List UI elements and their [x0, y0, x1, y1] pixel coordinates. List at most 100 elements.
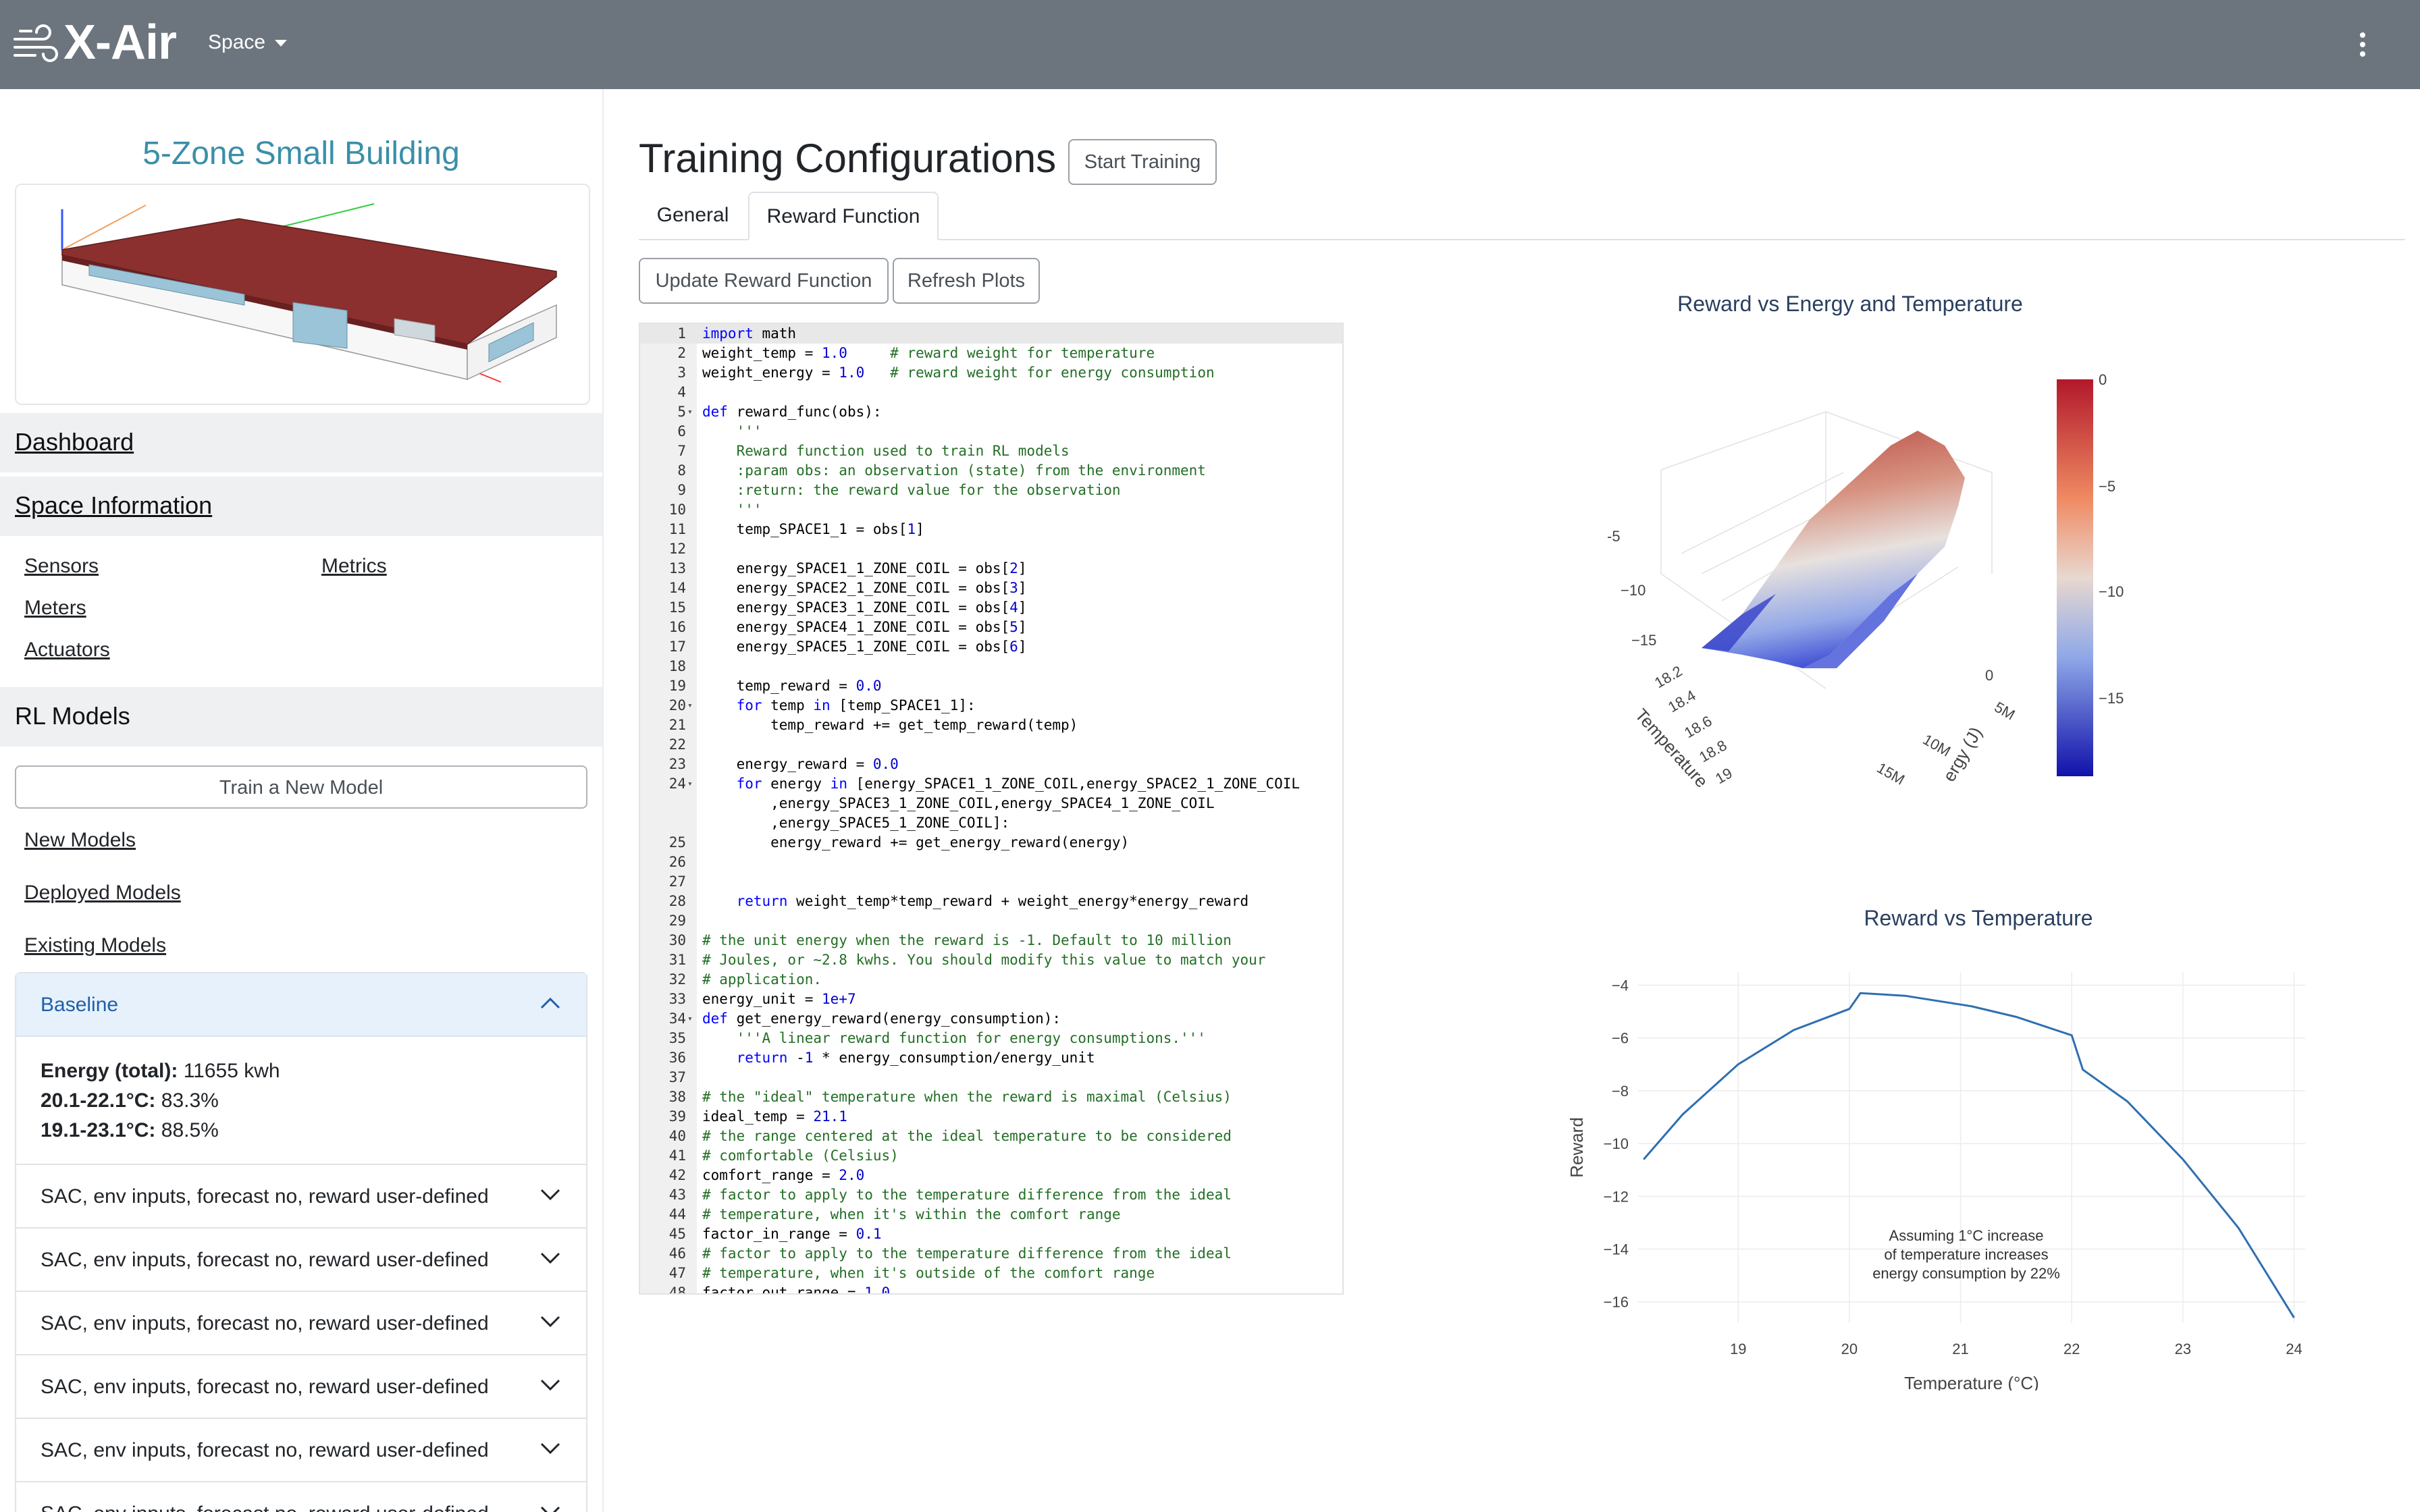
brand-name[interactable]: X-Air: [63, 15, 177, 70]
code-line[interactable]: 7 Reward function used to train RL model…: [640, 441, 1342, 461]
code-text: :return: the reward value for the observ…: [702, 482, 1121, 498]
building-3d-view[interactable]: [15, 184, 590, 405]
code-line[interactable]: 24 ▾ for energy in [energy_SPACE1_1_ZONE_…: [640, 774, 1342, 794]
code-line[interactable]: 37: [640, 1068, 1342, 1087]
tab-general[interactable]: General: [639, 192, 747, 240]
tab-reward-function[interactable]: Reward Function: [748, 192, 939, 240]
code-line[interactable]: 30 # the unit energy when the reward is -…: [640, 931, 1342, 950]
fold-toggle-icon[interactable]: ▾: [687, 402, 693, 422]
existing-models-link[interactable]: Existing Models: [24, 934, 166, 957]
fold-toggle-icon[interactable]: ▾: [687, 1009, 693, 1029]
code-line[interactable]: 44 # temperature, when it's within the co…: [640, 1205, 1342, 1224]
code-line[interactable]: 13 energy_SPACE1_1_ZONE_COIL = obs[2]: [640, 559, 1342, 578]
more-menu-icon[interactable]: [2352, 30, 2373, 59]
code-line[interactable]: 15 energy_SPACE3_1_ZONE_COIL = obs[4]: [640, 598, 1342, 618]
code-line[interactable]: 20 ▾ for temp in [temp_SPACE1_1]:: [640, 696, 1342, 716]
code-line[interactable]: 22: [640, 735, 1342, 755]
model-item[interactable]: SAC, env inputs, forecast no, reward use…: [16, 1482, 586, 1512]
metrics-link[interactable]: Metrics: [321, 555, 387, 578]
surface-chart[interactable]: -5 −10 −15 18.2 18.4 18.6 18.8 19 Temper…: [1607, 351, 2134, 796]
code-line[interactable]: 47 # temperature, when it's outside of th…: [640, 1264, 1342, 1283]
code-line[interactable]: 36 return -1 * energy_consumption/energy…: [640, 1048, 1342, 1068]
meters-link[interactable]: Meters: [24, 597, 86, 620]
line-number: 33: [668, 991, 686, 1007]
code-line[interactable]: 27: [640, 872, 1342, 892]
model-item-label: SAC, env inputs, forecast no, reward use…: [41, 1312, 489, 1334]
code-line[interactable]: 6 ''': [640, 422, 1342, 441]
model-item-label: SAC, env inputs, forecast no, reward use…: [41, 1439, 489, 1461]
code-line[interactable]: 10 ''': [640, 500, 1342, 520]
model-item[interactable]: SAC, env inputs, forecast no, reward use…: [16, 1165, 586, 1228]
code-line[interactable]: 34 ▾ def get_energy_reward(energy_consumpt…: [640, 1009, 1342, 1029]
code-line[interactable]: 18: [640, 657, 1342, 676]
fold-toggle-icon[interactable]: ▾: [687, 696, 693, 716]
code-line[interactable]: 29: [640, 911, 1342, 931]
code-line[interactable]: 41 # comfortable (Celsius): [640, 1146, 1342, 1166]
update-reward-function-button[interactable]: Update Reward Function: [639, 258, 889, 304]
code-text: weight_energy = 1.0 # reward weight for …: [702, 364, 1215, 381]
temp-tick: 18.8: [1696, 736, 1730, 765]
code-line[interactable]: 26: [640, 853, 1342, 872]
code-line[interactable]: 16 energy_SPACE4_1_ZONE_COIL = obs[5]: [640, 618, 1342, 637]
line-number: 3: [677, 364, 686, 381]
space-information-link[interactable]: Space Information: [15, 491, 212, 520]
new-models-link[interactable]: New Models: [24, 829, 136, 852]
code-text: # factor to apply to the temperature dif…: [702, 1245, 1232, 1262]
code-line[interactable]: 21 temp_reward += get_temp_reward(temp): [640, 716, 1342, 735]
code-line[interactable]: 9 :return: the reward value for the obse…: [640, 481, 1342, 500]
code-line[interactable]: 46 # factor to apply to the temperature d…: [640, 1244, 1342, 1264]
code-line[interactable]: 42 comfort_range = 2.0: [640, 1166, 1342, 1185]
code-line[interactable]: 31 # Joules, or ~2.8 kwhs. You should mod…: [640, 950, 1342, 970]
line-number: 2: [677, 345, 686, 361]
model-item[interactable]: SAC, env inputs, forecast no, reward use…: [16, 1419, 586, 1482]
train-new-model-button[interactable]: Train a New Model: [15, 765, 587, 809]
code-line[interactable]: 12: [640, 539, 1342, 559]
code-line[interactable]: ,energy_SPACE3_1_ZONE_COIL,energy_SPACE4…: [640, 794, 1342, 813]
code-line[interactable]: 48 factor_out_range = 1.0: [640, 1283, 1342, 1293]
line-number: 26: [668, 854, 686, 870]
code-line[interactable]: 39 ideal_temp = 21.1: [640, 1107, 1342, 1127]
dashboard-section[interactable]: Dashboard: [0, 413, 602, 473]
code-text: '''A linear reward function for energy c…: [702, 1030, 1206, 1046]
code-line[interactable]: 2 weight_temp = 1.0 # reward weight for t…: [640, 344, 1342, 363]
line-chart[interactable]: −4 −6 −8 −10 −12 −14 −16 19 20 21 22 23 24 Temperatur…: [1553, 959, 2323, 1390]
model-item[interactable]: SAC, env inputs, forecast no, reward use…: [16, 1355, 586, 1419]
code-line[interactable]: 35 '''A linear reward function for energ…: [640, 1029, 1342, 1048]
code-line[interactable]: 45 factor_in_range = 0.1: [640, 1224, 1342, 1244]
code-line[interactable]: 8 :param obs: an observation (state) fro…: [640, 461, 1342, 481]
space-dropdown[interactable]: Space: [208, 31, 288, 54]
code-line[interactable]: 23 energy_reward = 0.0: [640, 755, 1342, 774]
model-item[interactable]: SAC, env inputs, forecast no, reward use…: [16, 1292, 586, 1355]
line-number: 46: [668, 1245, 686, 1262]
code-line[interactable]: 40 # the range centered at the ideal temp…: [640, 1127, 1342, 1146]
code-line[interactable]: 17 energy_SPACE5_1_ZONE_COIL = obs[6]: [640, 637, 1342, 657]
code-line[interactable]: 28 return weight_temp*temp_reward + weig…: [640, 892, 1342, 911]
code-line[interactable]: 33 energy_unit = 1e+7: [640, 990, 1342, 1009]
code-line[interactable]: 38 # the "ideal" temperature when the rew…: [640, 1087, 1342, 1107]
baseline-accordion-header[interactable]: Baseline: [16, 973, 586, 1037]
code-line[interactable]: 14 energy_SPACE2_1_ZONE_COIL = obs[3]: [640, 578, 1342, 598]
sensors-link[interactable]: Sensors: [24, 555, 99, 578]
fold-toggle-icon[interactable]: ▾: [687, 774, 693, 794]
code-line[interactable]: 4: [640, 383, 1342, 402]
code-line[interactable]: 5 ▾ def reward_func(obs):: [640, 402, 1342, 422]
code-editor[interactable]: 1 import math 2 weight_temp = 1.0 # reward …: [639, 323, 1344, 1295]
deployed-models-link[interactable]: Deployed Models: [24, 882, 181, 905]
range2-value: 88.5%: [161, 1119, 219, 1141]
code-line[interactable]: 19 temp_reward = 0.0: [640, 676, 1342, 696]
code-line[interactable]: 3 weight_energy = 1.0 # reward weight for…: [640, 363, 1342, 383]
chevron-down-icon: [540, 1316, 560, 1328]
line-number: 8: [677, 462, 686, 479]
dashboard-link[interactable]: Dashboard: [15, 428, 134, 456]
code-line[interactable]: ,energy_SPACE5_1_ZONE_COIL]:: [640, 813, 1342, 833]
refresh-plots-button[interactable]: Refresh Plots: [893, 258, 1040, 304]
code-line[interactable]: 11 temp_SPACE1_1 = obs[1]: [640, 520, 1342, 539]
code-line[interactable]: 32 # application.: [640, 970, 1342, 990]
start-training-button[interactable]: Start Training: [1068, 139, 1217, 185]
code-line[interactable]: 25 energy_reward += get_energy_reward(en…: [640, 833, 1342, 853]
code-line[interactable]: 1 import math: [640, 324, 1342, 344]
space-information-section[interactable]: Space Information: [0, 477, 602, 536]
actuators-link[interactable]: Actuators: [24, 639, 110, 662]
model-item[interactable]: SAC, env inputs, forecast no, reward use…: [16, 1228, 586, 1292]
code-line[interactable]: 43 # factor to apply to the temperature d…: [640, 1185, 1342, 1205]
